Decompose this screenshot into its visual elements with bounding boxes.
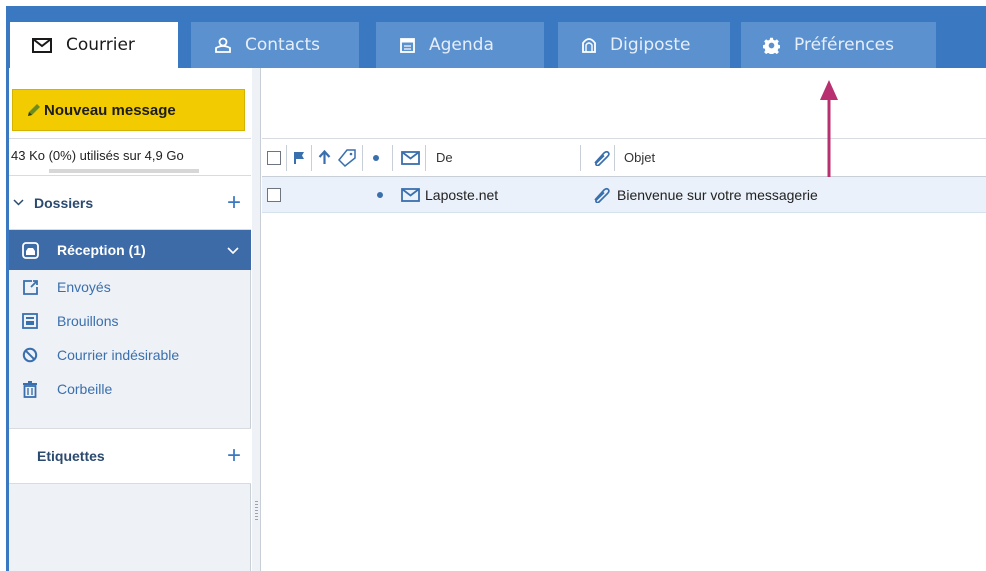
main-content: Nouveau message 43 Ko (0%) utilisés sur … [9, 68, 986, 571]
message-subject: Bienvenue sur votre messagerie [617, 186, 818, 203]
tab-preferences[interactable]: Préférences [741, 22, 936, 68]
tab-label: Agenda [429, 35, 494, 55]
flag-icon[interactable] [293, 139, 305, 176]
paperclip-icon[interactable] [592, 139, 610, 176]
unread-dot-icon[interactable] [373, 139, 379, 176]
message-from: Laposte.net [425, 186, 499, 203]
select-all-checkbox[interactable] [267, 139, 281, 176]
message-list: De Objet Laposte.net Bienvenue sur votre… [262, 138, 986, 571]
folders-title: Dossiers [34, 194, 94, 211]
column-header-from[interactable]: De [436, 139, 453, 176]
labels-header[interactable]: Etiquettes + [9, 428, 251, 484]
spam-icon [21, 346, 39, 364]
column-header-subject[interactable]: Objet [624, 139, 655, 176]
left-pane: Nouveau message 43 Ko (0%) utilisés sur … [9, 68, 251, 571]
tab-contacts[interactable]: Contacts [191, 22, 359, 68]
digiposte-icon [582, 37, 596, 53]
message-list-header: De Objet [262, 139, 986, 177]
folder-courrier-indesirable[interactable]: Courrier indésirable [9, 338, 251, 372]
pencil-icon [27, 103, 41, 117]
unread-dot-icon [377, 177, 383, 212]
add-folder-button[interactable]: + [227, 189, 241, 217]
gear-icon [763, 37, 780, 54]
calendar-icon [400, 37, 415, 53]
contacts-icon [215, 37, 231, 53]
tab-label: Digiposte [610, 35, 691, 55]
tab-label: Préférences [794, 35, 894, 55]
envelope-icon [32, 37, 52, 53]
tab-digiposte[interactable]: Digiposte [558, 22, 730, 68]
attachment-icon [592, 177, 610, 212]
new-message-label: Nouveau message [44, 101, 176, 119]
pane-splitter[interactable] [252, 68, 261, 571]
quota-text: 43 Ko (0%) utilisés sur 4,9 Go [11, 148, 184, 163]
folder-brouillons[interactable]: Brouillons [9, 304, 251, 338]
folder-label: Envoyés [57, 279, 111, 295]
tag-icon[interactable] [336, 139, 356, 176]
sent-icon [21, 278, 39, 296]
labels-title: Etiquettes [37, 448, 105, 464]
new-message-button[interactable]: Nouveau message [12, 89, 245, 131]
folder-reception[interactable]: Réception (1) [9, 230, 251, 270]
tab-agenda[interactable]: Agenda [376, 22, 544, 68]
tab-label: Contacts [245, 35, 320, 55]
folder-label: Courrier indésirable [57, 347, 180, 363]
add-label-button[interactable]: + [227, 442, 241, 470]
inbox-icon [21, 241, 39, 259]
trash-icon [21, 380, 39, 398]
chevron-down-icon[interactable] [227, 246, 239, 254]
drafts-icon [21, 312, 39, 330]
webmail-app: Courrier Contacts Agenda Digiposte Préfé… [6, 6, 986, 571]
tab-label: Courrier [66, 35, 135, 55]
new-message-zone: Nouveau message [9, 68, 251, 138]
main-tabbar: Courrier Contacts Agenda Digiposte Préfé… [6, 6, 986, 68]
priority-arrow-icon[interactable] [318, 139, 331, 176]
splitter-grip[interactable] [255, 501, 258, 521]
envelope-icon [401, 177, 420, 212]
folders-header[interactable]: Dossiers + [9, 176, 251, 230]
folder-label: Corbeille [57, 381, 113, 397]
folder-label: Réception (1) [57, 242, 146, 258]
tab-courrier[interactable]: Courrier [10, 22, 178, 68]
quota-bar [49, 169, 199, 173]
folder-envoyes[interactable]: Envoyés [9, 270, 251, 304]
storage-quota: 43 Ko (0%) utilisés sur 4,9 Go [9, 138, 251, 176]
row-checkbox[interactable] [267, 177, 281, 212]
folder-corbeille[interactable]: Corbeille [9, 372, 251, 406]
table-row[interactable]: Laposte.net Bienvenue sur votre messager… [262, 177, 986, 213]
folder-list: Réception (1) Envoyés Brouillons Courrie… [9, 230, 251, 406]
envelope-icon[interactable] [401, 139, 420, 176]
folder-label: Brouillons [57, 313, 119, 329]
chevron-down-icon [13, 199, 24, 206]
